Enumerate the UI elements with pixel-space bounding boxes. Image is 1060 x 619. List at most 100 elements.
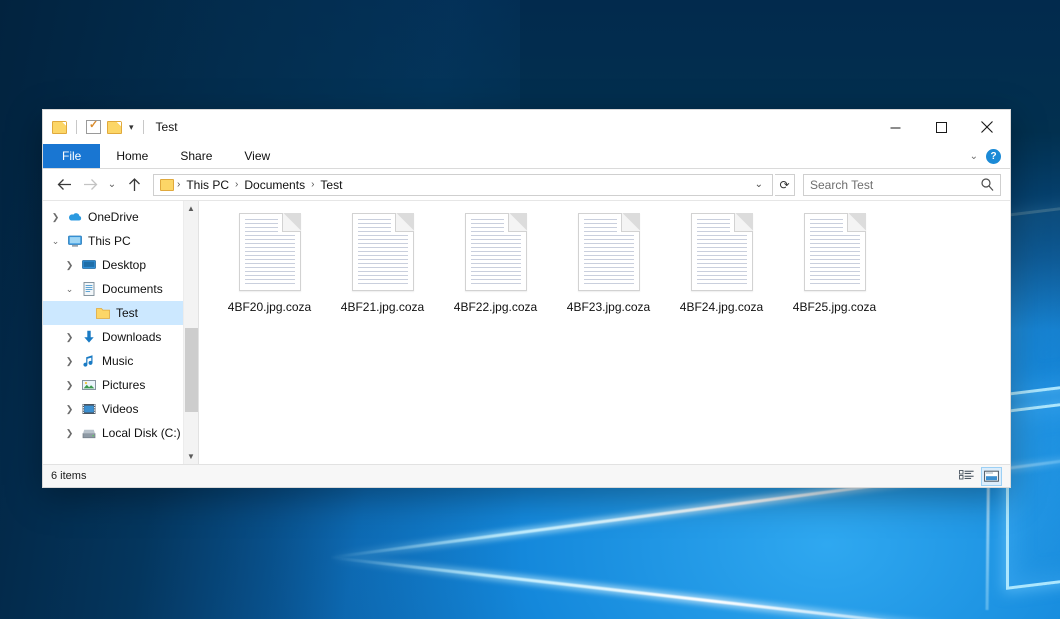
refresh-button[interactable]: ⟳ <box>775 174 795 196</box>
file-name: 4BF21.jpg.coza <box>341 300 424 314</box>
file-name: 4BF22.jpg.coza <box>454 300 537 314</box>
chevron-right-icon[interactable]: ❯ <box>63 333 76 342</box>
chevron-down-icon[interactable]: ⌄ <box>49 237 62 246</box>
desktop-monitor-icon <box>81 257 97 273</box>
sidebar-item-label: OneDrive <box>88 210 139 224</box>
videos-film-icon <box>81 401 97 417</box>
sidebar-item-label: This PC <box>88 234 131 248</box>
quick-access-toolbar[interactable]: ▾ <box>52 120 147 134</box>
chevron-down-icon[interactable]: ⌄ <box>750 179 768 190</box>
scrollbar-thumb[interactable] <box>185 328 198 412</box>
list-item[interactable]: 4BF25.jpg.coza <box>778 209 891 327</box>
list-item[interactable]: 4BF21.jpg.coza <box>326 209 439 327</box>
sidebar-item-pictures[interactable]: ❯ Pictures <box>43 373 198 397</box>
onedrive-cloud-icon <box>67 209 83 225</box>
sidebar-item-label: Local Disk (C:) <box>102 426 181 440</box>
music-note-icon <box>81 353 97 369</box>
breadcrumb-this-pc[interactable]: This PC <box>181 178 234 192</box>
folder-icon <box>95 305 111 321</box>
address-bar[interactable]: ⌄ › This PC › Documents › Test ⌄ ⟳ <box>43 169 1010 200</box>
search-input[interactable] <box>810 178 981 192</box>
sidebar-item-desktop[interactable]: ❯ Desktop <box>43 253 198 277</box>
chevron-right-icon[interactable]: ❯ <box>63 429 76 438</box>
sidebar-item-label: Videos <box>102 402 138 416</box>
sidebar-item-label: Desktop <box>102 258 146 272</box>
details-view-button[interactable] <box>956 467 977 486</box>
minimize-button[interactable] <box>872 110 918 144</box>
chevron-right-icon[interactable]: ❯ <box>63 261 76 270</box>
view-buttons[interactable] <box>956 467 1002 486</box>
hard-drive-icon <box>81 425 97 441</box>
sidebar-item-downloads[interactable]: ❯ Downloads <box>43 325 198 349</box>
tab-view[interactable]: View <box>228 144 286 168</box>
generic-document-icon <box>578 213 640 291</box>
tab-share[interactable]: Share <box>164 144 228 168</box>
close-button[interactable] <box>964 110 1010 144</box>
chevron-right-icon[interactable]: ❯ <box>49 213 62 222</box>
file-explorer-window[interactable]: ▾ Test File Home Share View <box>43 110 1010 487</box>
generic-document-icon <box>352 213 414 291</box>
file-name: 4BF20.jpg.coza <box>228 300 311 314</box>
list-item[interactable]: 4BF22.jpg.coza <box>439 209 552 327</box>
forward-button[interactable] <box>78 173 102 197</box>
chevron-right-icon[interactable]: ❯ <box>63 381 76 390</box>
folder-icon[interactable] <box>160 179 174 191</box>
file-list[interactable]: 4BF20.jpg.coza 4BF21.jpg.coza 4BF22.jpg.… <box>199 201 1010 464</box>
list-item[interactable]: 4BF24.jpg.coza <box>665 209 778 327</box>
desktop: ▾ Test File Home Share View <box>0 0 1060 619</box>
tab-home[interactable]: Home <box>100 144 164 168</box>
maximize-button[interactable] <box>918 110 964 144</box>
wallpaper-pane-bottom-left <box>1006 398 1060 590</box>
breadcrumb-test[interactable]: Test <box>315 178 347 192</box>
chevron-down-icon[interactable]: ▾ <box>129 123 134 132</box>
chevron-right-icon[interactable]: ❯ <box>63 357 76 366</box>
scrollbar-track[interactable] <box>184 216 199 449</box>
breadcrumb[interactable]: › This PC › Documents › Test ⌄ <box>153 174 773 196</box>
chevron-down-icon[interactable]: ⌄ <box>63 285 76 294</box>
back-button[interactable] <box>52 173 76 197</box>
navigation-pane-scrollbar[interactable]: ▲ ▼ <box>183 201 198 464</box>
sidebar-item-documents[interactable]: ⌄ Documents <box>43 277 198 301</box>
navigation-pane[interactable]: ❯ OneDrive ⌄ This PC ❯ <box>43 201 198 464</box>
new-folder-icon[interactable] <box>107 121 122 134</box>
properties-icon[interactable] <box>86 120 101 134</box>
tree-spacer: · <box>77 309 90 318</box>
generic-document-icon <box>465 213 527 291</box>
large-icons-view-button[interactable] <box>981 467 1002 486</box>
item-count-label: 6 items <box>51 470 86 482</box>
ribbon-right-controls[interactable]: ⌄ ? <box>970 144 1010 168</box>
generic-document-icon <box>239 213 301 291</box>
title-bar[interactable]: ▾ Test <box>43 110 1010 144</box>
scroll-down-icon[interactable]: ▼ <box>184 449 199 464</box>
chevron-right-icon[interactable]: ❯ <box>63 405 76 414</box>
list-item[interactable]: 4BF20.jpg.coza <box>213 209 326 327</box>
divider <box>143 120 144 134</box>
sidebar-item-videos[interactable]: ❯ Videos <box>43 397 198 421</box>
sidebar-item-onedrive[interactable]: ❯ OneDrive <box>43 205 198 229</box>
file-name: 4BF23.jpg.coza <box>567 300 650 314</box>
sidebar-item-test[interactable]: · Test <box>43 301 198 325</box>
chevron-down-icon[interactable]: ⌄ <box>970 151 978 162</box>
sidebar-item-label: Downloads <box>102 330 161 344</box>
up-button[interactable] <box>122 173 146 197</box>
help-icon[interactable]: ? <box>986 149 1001 164</box>
search-box[interactable] <box>803 174 1001 196</box>
file-name: 4BF25.jpg.coza <box>793 300 876 314</box>
recent-locations-button[interactable]: ⌄ <box>104 173 120 197</box>
search-icon <box>981 178 994 191</box>
generic-document-icon <box>804 213 866 291</box>
divider <box>76 120 77 134</box>
folder-icon[interactable] <box>52 121 67 134</box>
sidebar-item-music[interactable]: ❯ Music <box>43 349 198 373</box>
window-controls[interactable] <box>872 110 1010 144</box>
sidebar-item-this-pc[interactable]: ⌄ This PC <box>43 229 198 253</box>
sidebar-item-local-disk-c[interactable]: ❯ Local Disk (C:) <box>43 421 198 445</box>
window-title: Test <box>156 120 178 134</box>
ribbon-tab-bar[interactable]: File Home Share View ⌄ ? <box>43 144 1010 169</box>
breadcrumb-documents[interactable]: Documents <box>239 178 310 192</box>
tab-file[interactable]: File <box>43 144 100 168</box>
sidebar-item-label: Test <box>116 306 138 320</box>
scroll-up-icon[interactable]: ▲ <box>184 201 199 216</box>
list-item[interactable]: 4BF23.jpg.coza <box>552 209 665 327</box>
sidebar-item-label: Music <box>102 354 133 368</box>
